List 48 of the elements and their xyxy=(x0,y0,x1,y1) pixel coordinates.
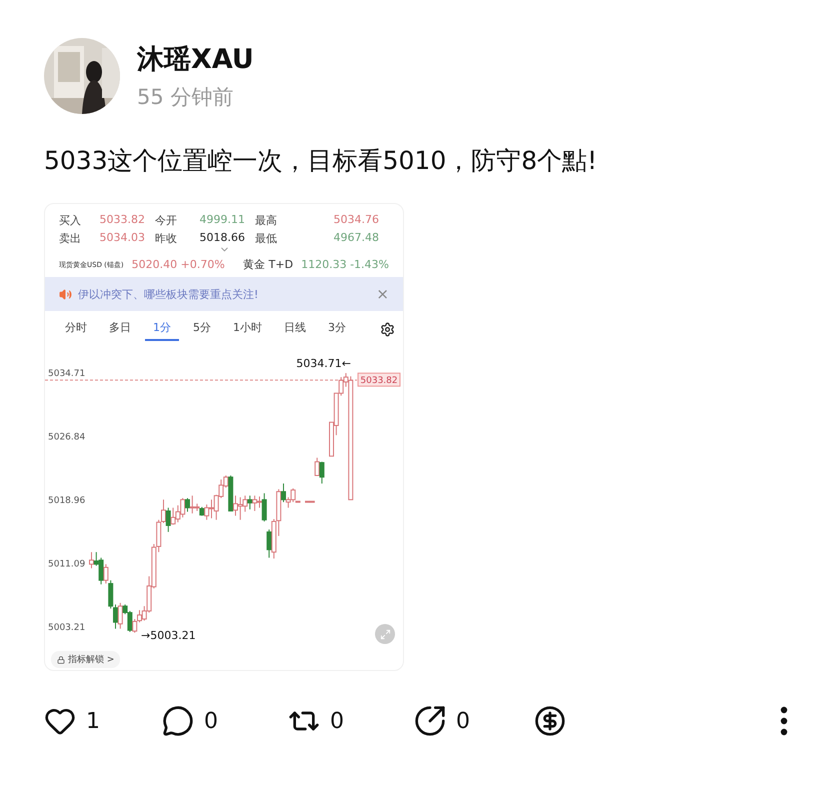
ref-line-label: 5033.82 xyxy=(360,376,398,386)
banner-text: 伊以冲突下、哪些板块需要重点关注! xyxy=(78,286,260,302)
quote-value: 4999.11 xyxy=(198,213,246,228)
share-button[interactable]: 0 xyxy=(414,705,470,737)
speaker-icon xyxy=(59,288,72,300)
period-tab[interactable]: 5分 xyxy=(185,318,219,341)
comment-icon xyxy=(162,705,194,737)
period-tab[interactable]: 1小时 xyxy=(225,318,270,341)
period-tab[interactable]: 分时 xyxy=(57,318,95,341)
quote-value: 5033.82 xyxy=(98,213,146,228)
comment-button[interactable]: 0 xyxy=(162,705,218,737)
lock-icon xyxy=(57,656,65,664)
ticker-name: 黄金 T+D xyxy=(243,257,294,272)
author-name[interactable]: 沐瑶XAU xyxy=(137,41,254,77)
quote-label: 昨收 xyxy=(155,231,178,246)
ticker-value: 5020.40 +0.70% xyxy=(132,258,225,271)
high-annotation: 5034.71← xyxy=(296,357,351,370)
quote-label: 今开 xyxy=(155,213,178,228)
settings-icon[interactable] xyxy=(380,322,395,337)
low-annotation: →5003.21 xyxy=(141,629,196,642)
quote-value: 4967.48 xyxy=(332,231,380,246)
quote-label: 卖出 xyxy=(59,231,82,246)
period-tab[interactable]: 1分 xyxy=(145,318,179,341)
period-tab[interactable]: 多日 xyxy=(101,318,139,341)
period-tab[interactable]: 3分 xyxy=(320,318,354,341)
like-button[interactable]: 1 xyxy=(44,705,100,737)
tip-button[interactable] xyxy=(534,705,566,737)
axis-label: 5026.84 xyxy=(48,432,86,442)
post-text: 5033这个位置崆一次，目标看5010，防守8个點! xyxy=(44,145,598,177)
share-icon xyxy=(414,705,446,737)
axis-label: 5011.09 xyxy=(48,559,86,570)
axis-label: 5034.71 xyxy=(48,369,86,379)
more-button[interactable] xyxy=(780,706,788,736)
quote-label: 最低 xyxy=(255,231,278,246)
quote-value: 5034.76 xyxy=(332,213,380,228)
repost-button[interactable]: 0 xyxy=(288,705,344,737)
quote-value: 5034.03 xyxy=(98,231,146,246)
period-tab[interactable]: 日线 xyxy=(276,318,314,341)
quote-label: 最高 xyxy=(255,213,278,228)
quote-label: 买入 xyxy=(59,213,82,228)
ticker-value: 1120.33 -1.43% xyxy=(301,258,389,271)
post-time: 55 分钟前 xyxy=(137,84,234,111)
axis-label: 5003.21 xyxy=(48,623,86,633)
more-icon xyxy=(780,706,788,736)
unlock-button[interactable]: 指标解锁 > xyxy=(51,651,120,668)
dollar-icon xyxy=(534,705,566,737)
axis-label: 5018.96 xyxy=(48,496,86,506)
quote-value: 5018.66 xyxy=(198,231,246,246)
